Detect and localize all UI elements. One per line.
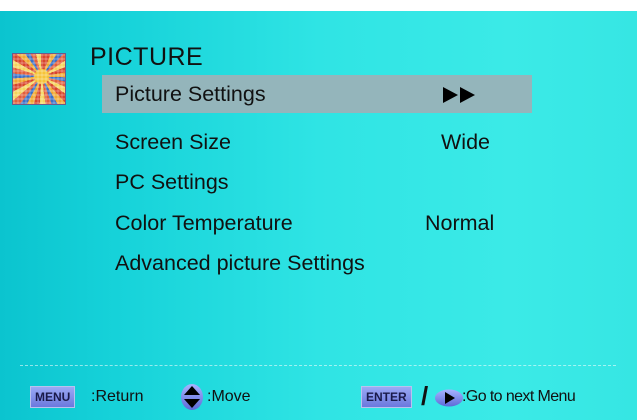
footer-divider (20, 365, 616, 366)
menu-item-picture-settings[interactable]: Picture Settings (102, 75, 532, 113)
menu-item-label: Advanced picture Settings (115, 251, 365, 275)
move-hint-text: :Move (207, 388, 251, 405)
separator-slash: / (421, 381, 429, 411)
menu-item-label: Screen Size (115, 130, 231, 154)
right-arrow-button-icon (435, 389, 463, 407)
menu-item-color-temperature[interactable]: Color Temperature Normal (102, 204, 532, 242)
menu-title: PICTURE (90, 43, 204, 71)
menu-item-screen-size[interactable]: Screen Size Wide (102, 123, 532, 161)
up-down-arrows-icon (181, 384, 203, 410)
screen-size-value: Wide (441, 130, 490, 154)
enter-key-badge: ENTER (361, 386, 412, 408)
menu-item-pc-settings[interactable]: PC Settings (102, 163, 532, 201)
double-play-arrows-icon (443, 87, 475, 103)
menu-item-label: Color Temperature (115, 211, 293, 235)
next-menu-hint-text: :Go to next Menu (462, 388, 576, 405)
menu-item-advanced-picture-settings[interactable]: Advanced picture Settings (102, 244, 532, 282)
osd-menu-panel: PICTURE Picture Settings Screen Size Wid… (0, 11, 637, 420)
picture-thumbnail-icon (12, 53, 66, 105)
menu-item-label: PC Settings (115, 170, 229, 194)
menu-key-badge: MENU (30, 386, 76, 408)
color-temperature-value: Normal (425, 211, 495, 235)
menu-item-label: Picture Settings (115, 82, 266, 106)
return-hint-text: :Return (91, 388, 144, 405)
